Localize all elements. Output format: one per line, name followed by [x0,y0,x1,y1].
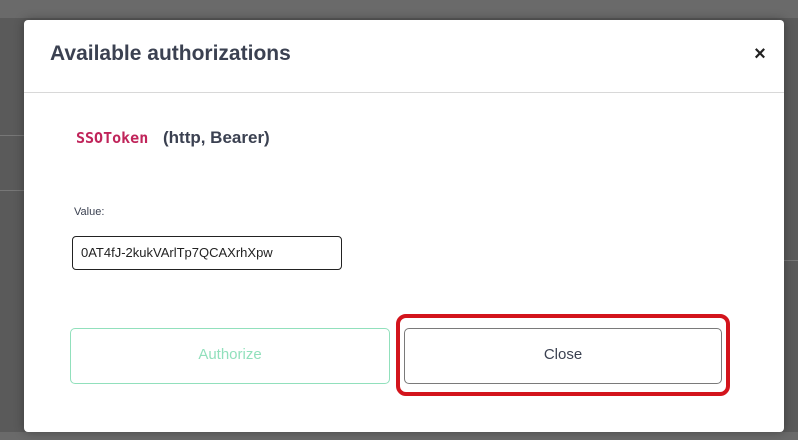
modal-header: Available authorizations × [24,20,784,93]
value-label: Value: [74,206,105,218]
modal-title: Available authorizations [50,42,291,65]
background-header-strip [0,0,798,18]
authorizations-modal: Available authorizations × SSOToken (htt… [24,20,784,432]
background-footer-strip [0,432,798,440]
token-value-input[interactable]: 0AT4fJ-2kukVArlTp7QCAXrhXpw [72,236,342,270]
close-button[interactable]: Close [404,328,722,384]
scheme-details: (http, Bearer) [162,128,270,147]
background-divider [784,260,798,261]
background-divider [0,190,24,191]
scheme-name: SSOToken [76,129,149,147]
auth-scheme-heading: SSOToken (http, Bearer) [76,128,270,148]
close-icon[interactable]: × [750,42,770,66]
authorize-button[interactable]: Authorize [70,328,390,384]
background-divider [0,135,24,136]
